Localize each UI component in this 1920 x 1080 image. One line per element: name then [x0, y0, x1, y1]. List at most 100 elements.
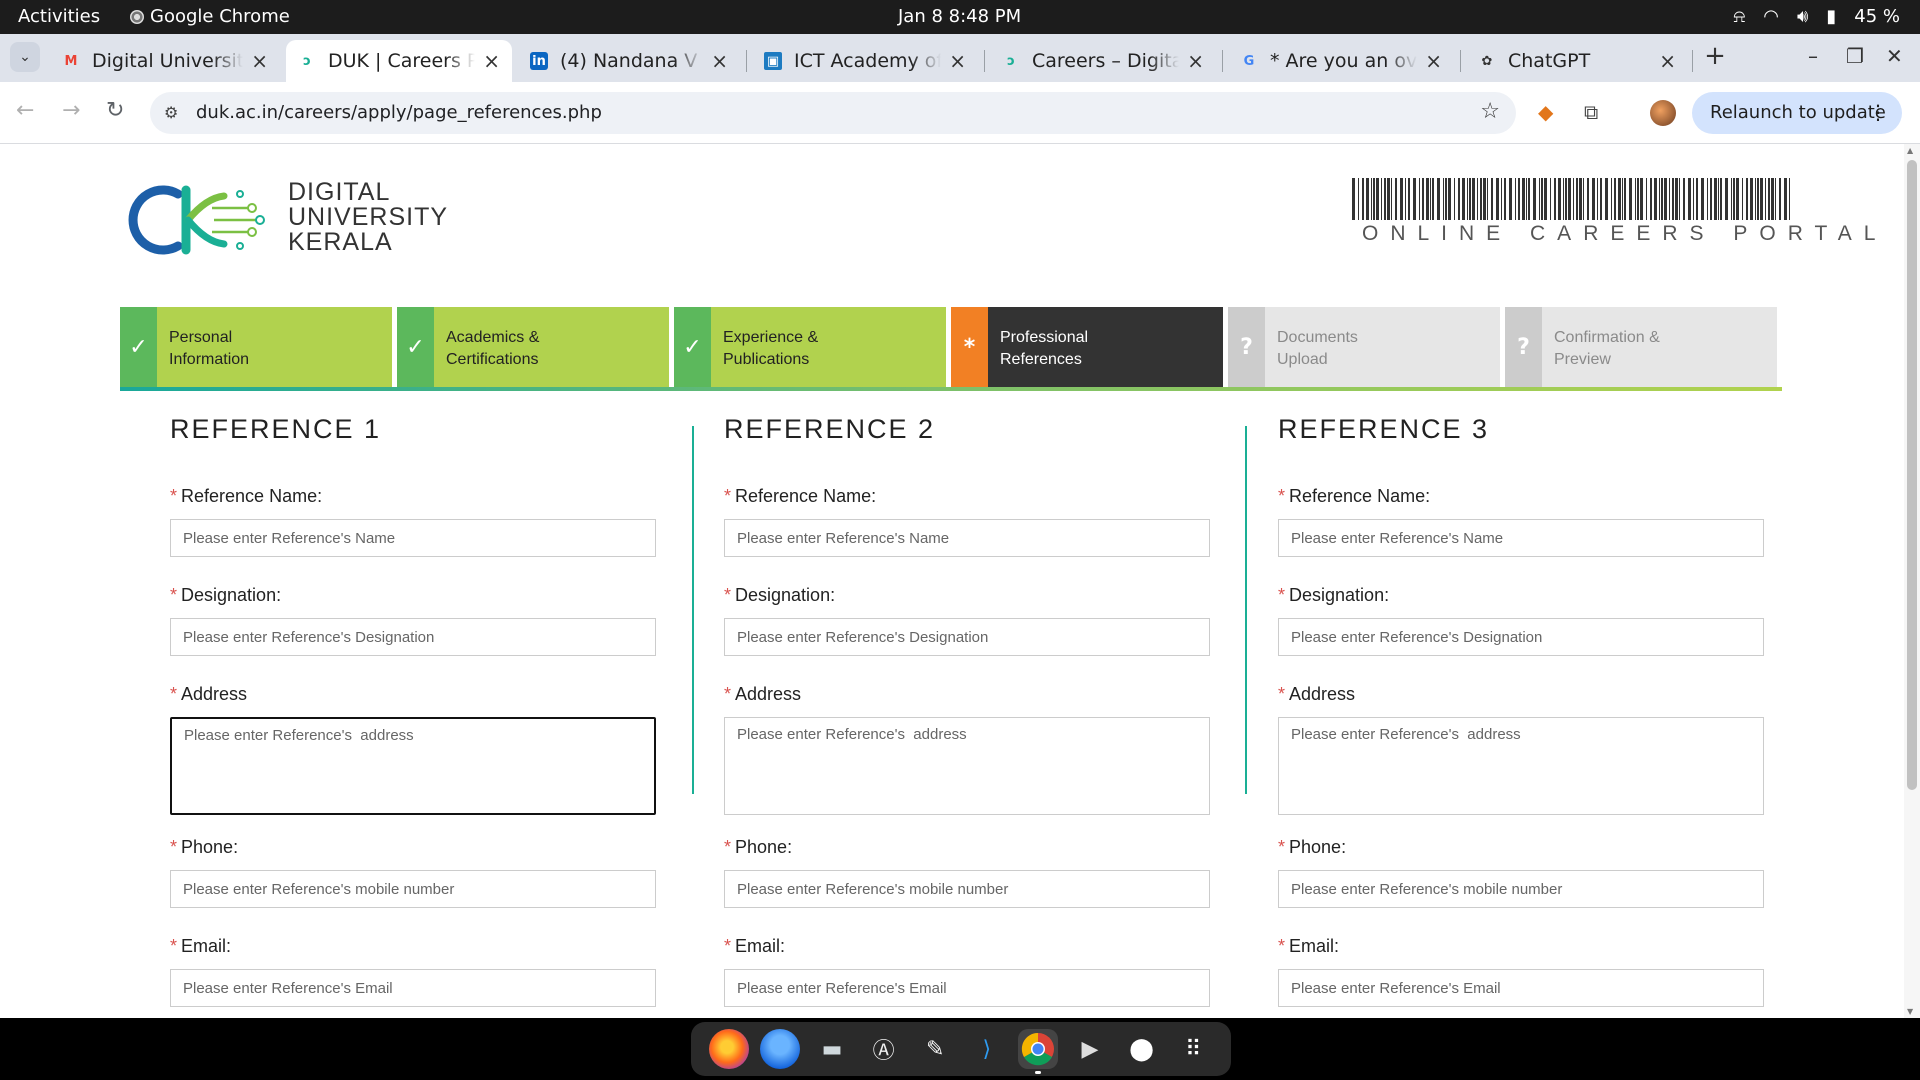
maximize-icon[interactable]: ❐ — [1846, 44, 1864, 68]
reference-2-email-input[interactable] — [724, 969, 1210, 1007]
profile-avatar[interactable] — [1650, 100, 1676, 126]
duk-logo[interactable]: DIGITAL UNIVERSITY KERALA — [120, 180, 460, 260]
kebab-menu-icon[interactable]: ⋮ — [1868, 100, 1888, 124]
clock[interactable]: Jan 8 8:48 PM — [898, 6, 1021, 27]
scroll-down-arrow-icon[interactable]: ▼ — [1907, 1007, 1913, 1016]
question-mark-icon: ? — [1505, 307, 1542, 387]
tab-search-button[interactable]: ⌄ — [10, 42, 40, 72]
show-apps-grid-icon[interactable]: ⠿ — [1173, 1029, 1213, 1069]
reference-1-email-input[interactable] — [170, 969, 656, 1007]
tab-duk-careers[interactable]: ↄ DUK | Careers Portal × — [286, 40, 512, 82]
vscode-icon[interactable]: ⟩ — [967, 1029, 1007, 1069]
step-confirmation-preview[interactable]: ? Confirmation & Preview — [1505, 307, 1777, 387]
close-icon[interactable]: × — [483, 49, 500, 73]
bookmark-star-icon[interactable]: ☆ — [1480, 99, 1500, 124]
close-icon[interactable]: × — [711, 49, 728, 73]
new-tab-button[interactable]: + — [1700, 42, 1730, 72]
system-tray[interactable]: ⍾ ◠ 🔊︎ ▮ 45 % — [1733, 6, 1900, 27]
barcode-bar — [1746, 178, 1748, 220]
metamask-icon[interactable]: ◆ — [1538, 100, 1553, 124]
tab-careers-digital[interactable]: ↄ Careers – Digital University × — [990, 40, 1216, 82]
step-experience-publications[interactable]: ✓ Experience & Publications — [674, 307, 946, 387]
tab-strip: ⌄ M Digital University × ↄ DUK | Careers… — [0, 34, 1920, 82]
label-text: Email: — [735, 936, 786, 956]
address-bar[interactable]: ⚙ duk.ac.in/careers/apply/page_reference… — [150, 92, 1516, 134]
scroll-up-arrow-icon[interactable]: ▲ — [1907, 146, 1913, 155]
files-icon[interactable]: ▬ — [812, 1029, 852, 1069]
step-label-line: Personal — [169, 329, 233, 346]
reference-1-designation-input[interactable] — [170, 618, 656, 656]
barcode-bar — [1654, 178, 1657, 220]
volume-icon[interactable]: 🔊︎ — [1797, 6, 1808, 27]
reference-2-address-textarea[interactable] — [724, 717, 1210, 815]
tab-linkedin[interactable]: in (4) Nandana V | LinkedIn × — [518, 40, 740, 82]
email-label: * Email: — [1278, 936, 1766, 960]
software-center-icon[interactable]: Ⓐ — [864, 1029, 904, 1069]
step-documents-upload[interactable]: ? Documents Upload — [1228, 307, 1500, 387]
site-info-icon[interactable]: ⚙ — [164, 103, 178, 122]
tab-ict-academy[interactable]: ▣ ICT Academy of Kerala × — [752, 40, 978, 82]
label-text: Phone: — [1289, 837, 1347, 857]
activities-button[interactable]: Activities — [18, 6, 100, 27]
column-divider — [692, 426, 694, 794]
barcode-bar — [1669, 178, 1670, 220]
reference-2-designation-input[interactable] — [724, 618, 1210, 656]
barcode-bar — [1683, 178, 1685, 220]
window-close-icon[interactable]: ✕ — [1886, 44, 1903, 68]
step-professional-references[interactable]: * Professional References — [951, 307, 1223, 387]
close-icon[interactable]: × — [1659, 49, 1676, 73]
close-icon[interactable]: × — [1425, 49, 1442, 73]
step-academics-certifications[interactable]: ✓ Academics & Certifications — [397, 307, 669, 387]
reference-3-email-input[interactable] — [1278, 969, 1764, 1007]
mongodb-compass-icon[interactable]: ⬤ — [1122, 1029, 1162, 1069]
text-editor-icon[interactable]: ✎ — [915, 1029, 955, 1069]
step-personal-information[interactable]: ✓ Personal Information — [120, 307, 392, 387]
reference-2-phone-input[interactable] — [724, 870, 1210, 908]
reference-3-phone-input[interactable] — [1278, 870, 1764, 908]
reference-heading: REFERENCE 3 — [1278, 414, 1490, 444]
address-label: * Address — [1278, 684, 1766, 708]
terminal-icon[interactable]: ▶ — [1070, 1029, 1110, 1069]
reference-1-address-textarea[interactable] — [170, 717, 656, 815]
close-icon[interactable]: × — [1187, 49, 1204, 73]
chrome-icon[interactable] — [1018, 1029, 1059, 1074]
barcode-bar — [1576, 178, 1578, 220]
barcode-bar — [1659, 178, 1660, 220]
scrollbar-thumb[interactable] — [1907, 160, 1917, 790]
barcode-bar — [1491, 178, 1493, 220]
tab-google-search[interactable]: G * Are you an overseas × — [1228, 40, 1454, 82]
relaunch-to-update-button[interactable]: Relaunch to update ⋮ — [1692, 92, 1902, 134]
barcode-bar — [1448, 178, 1451, 220]
tab-gmail[interactable]: M Digital University × — [50, 40, 280, 82]
reference-1-name-input[interactable] — [170, 519, 656, 557]
reference-3-address-textarea[interactable] — [1278, 717, 1764, 815]
reference-1-phone-input[interactable] — [170, 870, 656, 908]
minimize-icon[interactable]: – — [1808, 44, 1818, 68]
duk-logo-mark-icon — [128, 185, 265, 255]
thunderbird-icon[interactable] — [760, 1029, 801, 1069]
url-text[interactable]: duk.ac.in/careers/apply/page_references.… — [196, 102, 602, 123]
close-icon[interactable]: × — [949, 49, 966, 73]
wifi-icon[interactable]: ◠ — [1763, 6, 1779, 27]
page-scrollbar[interactable]: ▲ ▼ — [1904, 144, 1920, 1018]
required-marker: * — [724, 837, 732, 857]
logo-text: DIGITAL UNIVERSITY KERALA — [288, 180, 448, 255]
logo-line: UNIVERSITY — [288, 203, 449, 231]
barcode-bar — [1487, 178, 1488, 220]
close-icon[interactable]: × — [251, 49, 268, 73]
accessibility-icon[interactable]: ⍾ — [1733, 6, 1745, 27]
reference-2-name-input[interactable] — [724, 519, 1210, 557]
step-label-line: References — [1000, 351, 1082, 368]
back-arrow-icon[interactable]: ← — [16, 98, 34, 123]
firefox-icon[interactable] — [708, 1029, 749, 1069]
extensions-puzzle-icon[interactable]: ⧉ — [1584, 100, 1598, 124]
reference-3-designation-input[interactable] — [1278, 618, 1764, 656]
barcode-bar — [1760, 178, 1763, 220]
tab-separator — [1692, 50, 1693, 72]
forward-arrow-icon[interactable]: → — [62, 98, 80, 123]
barcode-bar — [1443, 178, 1444, 220]
reload-icon[interactable]: ↻ — [106, 98, 124, 123]
reference-3-name-input[interactable] — [1278, 519, 1764, 557]
focused-app-menu[interactable]: Google Chrome — [130, 6, 290, 27]
tab-chatgpt[interactable]: ✿ ChatGPT × — [1466, 40, 1688, 82]
